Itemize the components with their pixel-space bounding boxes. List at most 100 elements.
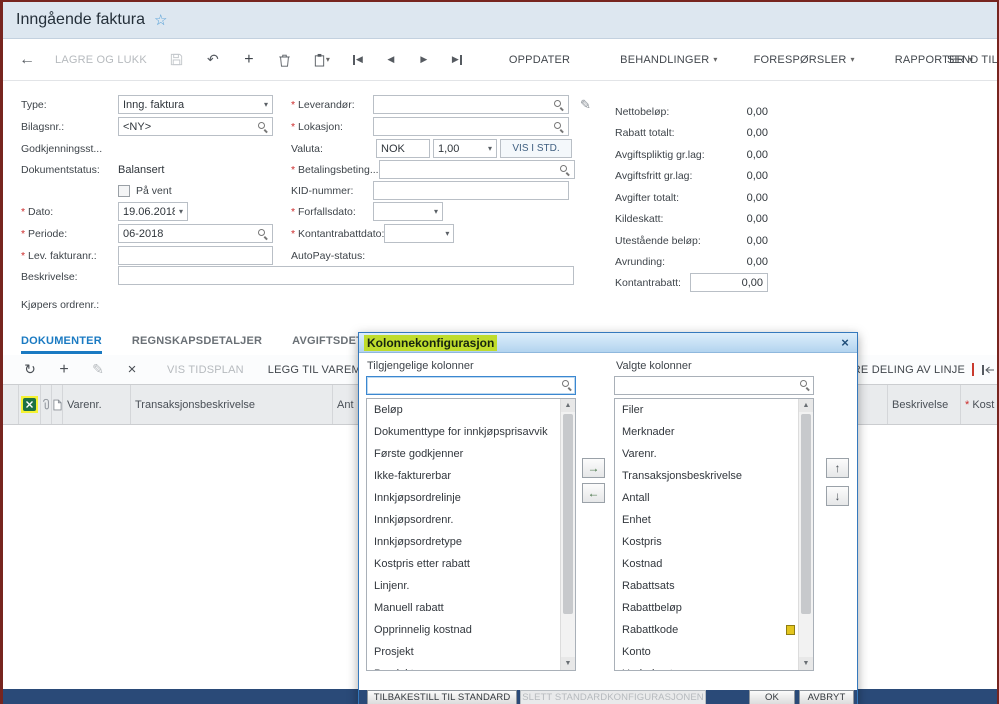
available-column-item[interactable]: Kostpris etter rabatt bbox=[367, 553, 575, 575]
available-column-item[interactable]: Prosjektoppgave bbox=[367, 663, 575, 671]
available-list-scrollbar[interactable]: ▲ ▼ bbox=[560, 399, 575, 670]
inquiries-menu[interactable]: FORESPØRSLER▾ bbox=[754, 54, 855, 66]
location-lookup[interactable] bbox=[373, 117, 569, 136]
terms-lookup[interactable] bbox=[379, 160, 575, 179]
column-header-cost[interactable]: Kost bbox=[961, 385, 999, 424]
available-column-item[interactable]: Beløp bbox=[367, 399, 575, 421]
type-select[interactable]: Inng. faktura ▾ bbox=[118, 95, 273, 114]
magnifier-icon[interactable] bbox=[257, 121, 268, 132]
available-column-item[interactable]: Ikke-fakturerbar bbox=[367, 465, 575, 487]
selected-column-item[interactable]: Konto bbox=[615, 641, 813, 663]
edit-vendor-icon[interactable]: ✎ bbox=[580, 97, 591, 113]
kid-input[interactable] bbox=[373, 181, 569, 200]
available-column-item[interactable]: Linjenr. bbox=[367, 575, 575, 597]
hold-checkbox[interactable] bbox=[118, 185, 130, 197]
selected-column-item[interactable]: Kostpris bbox=[615, 531, 813, 553]
cancel-button[interactable]: AVBRYT bbox=[799, 690, 854, 704]
column-header-trans-desc[interactable]: Transaksjonsbeskrivelse bbox=[131, 385, 333, 424]
selected-column-item[interactable]: Antall bbox=[615, 487, 813, 509]
files-column-header[interactable] bbox=[41, 385, 52, 424]
send-to-menu[interactable]: SEND TIL▾ bbox=[947, 54, 997, 66]
scroll-thumb[interactable] bbox=[563, 414, 573, 614]
last-record-icon[interactable]: ▶ bbox=[449, 54, 465, 65]
selected-column-item[interactable]: Transaksjonsbeskrivelse bbox=[615, 465, 813, 487]
ok-button[interactable]: OK bbox=[749, 690, 795, 704]
grid-delete-row-icon[interactable]: × bbox=[125, 361, 139, 378]
save-close-button[interactable]: LAGRE OG LUKK bbox=[55, 54, 147, 66]
magnifier-icon[interactable] bbox=[553, 121, 564, 132]
view-schedule-button[interactable]: VIS TIDSPLAN bbox=[167, 364, 244, 376]
magnifier-icon[interactable] bbox=[799, 379, 810, 390]
remove-column-button[interactable]: ← bbox=[582, 483, 605, 503]
currency-rate-select[interactable]: 1,00 ▾ bbox=[433, 139, 497, 158]
undo-split-line-button[interactable]: GRE DELING AV LINJE bbox=[844, 364, 965, 376]
grid-refresh-icon[interactable]: ↻ bbox=[23, 361, 37, 378]
selected-column-item[interactable]: Enhet bbox=[615, 509, 813, 531]
selected-column-item[interactable]: Rabattbeløp bbox=[615, 597, 813, 619]
grid-edit-icon[interactable]: ✎ bbox=[91, 361, 105, 378]
move-up-button[interactable]: ↑ bbox=[826, 458, 849, 478]
selected-search-input[interactable] bbox=[614, 376, 814, 395]
tab-ledger-details[interactable]: REGNSKAPSDETALJER bbox=[132, 335, 262, 354]
notes-column-header[interactable] bbox=[52, 385, 63, 424]
scroll-thumb[interactable] bbox=[801, 414, 811, 614]
prev-record-icon[interactable]: ◀ bbox=[383, 54, 399, 65]
selected-column-item[interactable]: Rabattsats bbox=[615, 575, 813, 597]
refnbr-lookup[interactable]: <NY> bbox=[118, 117, 273, 136]
scroll-up-icon[interactable]: ▲ bbox=[799, 399, 813, 412]
cash-discount-date-picker[interactable]: ▾ bbox=[384, 224, 454, 243]
grid-add-row-icon[interactable]: + bbox=[57, 361, 71, 379]
selected-column-item[interactable]: Merknader bbox=[615, 421, 813, 443]
undo-icon[interactable]: ↶ bbox=[205, 51, 221, 68]
magnifier-icon[interactable] bbox=[559, 164, 570, 175]
magnifier-icon[interactable] bbox=[561, 379, 572, 390]
collapse-panel-icon[interactable] bbox=[981, 364, 995, 376]
selected-list-scrollbar[interactable]: ▲ ▼ bbox=[798, 399, 813, 670]
available-column-item[interactable]: Innkjøpsordretype bbox=[367, 531, 575, 553]
save-icon[interactable] bbox=[169, 52, 185, 67]
move-down-button[interactable]: ↓ bbox=[826, 486, 849, 506]
first-record-icon[interactable]: ◀ bbox=[350, 54, 366, 65]
magnifier-icon[interactable] bbox=[553, 99, 564, 110]
close-icon[interactable]: × bbox=[837, 335, 853, 350]
currency-code-box[interactable]: NOK bbox=[376, 139, 430, 158]
selected-column-item[interactable]: Varenr. bbox=[615, 443, 813, 465]
vendor-ref-input[interactable] bbox=[118, 246, 273, 265]
export-excel-icon[interactable] bbox=[21, 396, 38, 413]
available-column-item[interactable]: Opprinnelig kostnad bbox=[367, 619, 575, 641]
add-icon[interactable]: + bbox=[241, 51, 257, 69]
refresh-button[interactable]: OPPDATER bbox=[509, 54, 570, 66]
column-header-item[interactable]: Varenr. bbox=[63, 385, 131, 424]
description-input[interactable] bbox=[118, 266, 574, 285]
selected-column-item[interactable]: Filer bbox=[615, 399, 813, 421]
due-date-picker[interactable]: ▾ bbox=[373, 202, 443, 221]
delete-icon[interactable] bbox=[277, 53, 293, 67]
available-column-item[interactable]: Dokumenttype for innkjøpsprisavvik bbox=[367, 421, 575, 443]
available-search-input[interactable] bbox=[366, 376, 576, 395]
delete-default-config-button[interactable]: SLETT STANDARDKONFIGURASJONEN bbox=[520, 690, 706, 704]
scroll-up-icon[interactable]: ▲ bbox=[561, 399, 575, 412]
date-picker[interactable]: 19.06.2018 ▾ bbox=[118, 202, 188, 221]
available-column-item[interactable]: Prosjekt bbox=[367, 641, 575, 663]
scroll-down-icon[interactable]: ▼ bbox=[561, 657, 575, 670]
actions-menu[interactable]: BEHANDLINGER▾ bbox=[620, 54, 717, 66]
favorite-star-icon[interactable]: ☆ bbox=[154, 11, 167, 29]
reset-default-button[interactable]: TILBAKESTILL TIL STANDARD bbox=[367, 690, 517, 704]
add-column-button[interactable]: → bbox=[582, 458, 605, 478]
available-column-item[interactable]: Innkjøpsordrenr. bbox=[367, 509, 575, 531]
next-record-icon[interactable]: ▶ bbox=[416, 54, 432, 65]
vendor-lookup[interactable] bbox=[373, 95, 569, 114]
column-header-desc[interactable]: Beskrivelse bbox=[888, 385, 961, 424]
available-column-item[interactable]: Innkjøpsordrelinje bbox=[367, 487, 575, 509]
magnifier-icon[interactable] bbox=[257, 228, 268, 239]
cash-discount-input[interactable]: 0,00 bbox=[690, 273, 768, 292]
period-lookup[interactable]: 06-2018 bbox=[118, 224, 273, 243]
available-column-item[interactable]: Første godkjenner bbox=[367, 443, 575, 465]
view-base-button[interactable]: VIS I STD. bbox=[500, 139, 572, 158]
back-icon[interactable]: ← bbox=[19, 51, 35, 69]
selected-column-item[interactable]: Underkonto bbox=[615, 663, 813, 671]
copy-paste-icon[interactable]: ▾ bbox=[313, 53, 330, 67]
available-column-item[interactable]: Manuell rabatt bbox=[367, 597, 575, 619]
tab-documents[interactable]: DOKUMENTER bbox=[21, 335, 102, 354]
scroll-down-icon[interactable]: ▼ bbox=[799, 657, 813, 670]
